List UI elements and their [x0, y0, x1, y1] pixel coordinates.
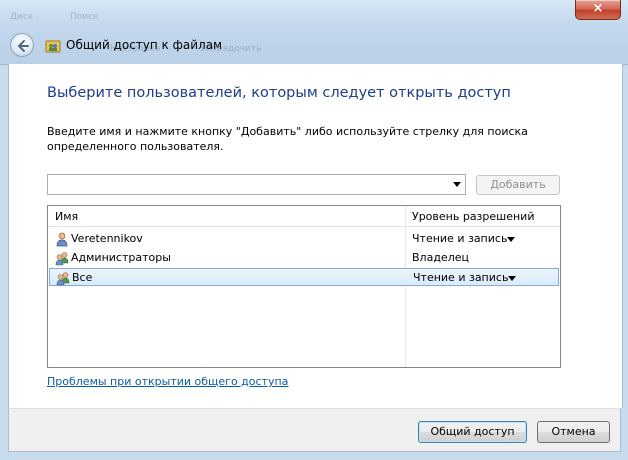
permission-level[interactable]: Чтение и запись	[412, 232, 507, 245]
list-header: Имя Уровень разрешений	[48, 206, 560, 227]
user-name: Администраторы	[71, 251, 171, 264]
window-title: Общий доступ к файлам	[66, 38, 223, 52]
close-icon: ×	[592, 1, 604, 16]
user-group-icon	[55, 252, 69, 266]
title-bar: Диск Поиск Упорядочить Настройка × Общий…	[0, 0, 628, 65]
dialog-footer: Общий доступ Отмена	[8, 408, 621, 452]
background-text: Диск	[10, 12, 34, 22]
single-user-icon	[56, 232, 68, 247]
permission-level[interactable]: Чтение и запись	[413, 271, 508, 284]
background-text: Поиск	[70, 12, 99, 22]
user-name-combobox[interactable]	[47, 174, 466, 195]
dialog-content: Выберите пользователей, которым следует …	[8, 64, 623, 408]
user-name: Veretennikov	[71, 232, 143, 245]
back-button[interactable]	[10, 33, 34, 57]
back-arrow-icon	[18, 40, 29, 52]
permission-dropdown-icon[interactable]	[507, 237, 515, 242]
list-row-administrators[interactable]: Администраторы Владелец	[49, 249, 559, 267]
add-button[interactable]: Добавить	[476, 175, 560, 195]
file-sharing-icon	[45, 40, 61, 53]
column-header-name[interactable]: Имя	[55, 210, 78, 223]
user-group-icon	[56, 272, 70, 286]
cancel-button[interactable]: Отмена	[537, 421, 610, 443]
user-name: Все	[72, 271, 93, 284]
permission-dropdown-icon[interactable]	[508, 276, 516, 281]
users-list[interactable]: Имя Уровень разрешений Veretennikov Чтен…	[47, 205, 561, 368]
page-title: Выберите пользователей, которым следует …	[47, 85, 511, 101]
list-row-everyone[interactable]: Все Чтение и запись	[49, 268, 559, 286]
column-header-permission[interactable]: Уровень разрешений	[412, 210, 534, 223]
instructions-text: Введите имя и нажмите кнопку "Добавить" …	[47, 125, 528, 153]
close-button[interactable]: ×	[575, 0, 621, 20]
sharing-problems-link[interactable]: Проблемы при открытии общего доступа	[47, 375, 288, 388]
permission-level: Владелец	[412, 251, 469, 264]
list-row-veretennikov[interactable]: Veretennikov Чтение и запись	[49, 230, 559, 248]
share-button[interactable]: Общий доступ	[418, 421, 527, 443]
dropdown-arrow-icon[interactable]	[453, 182, 461, 187]
